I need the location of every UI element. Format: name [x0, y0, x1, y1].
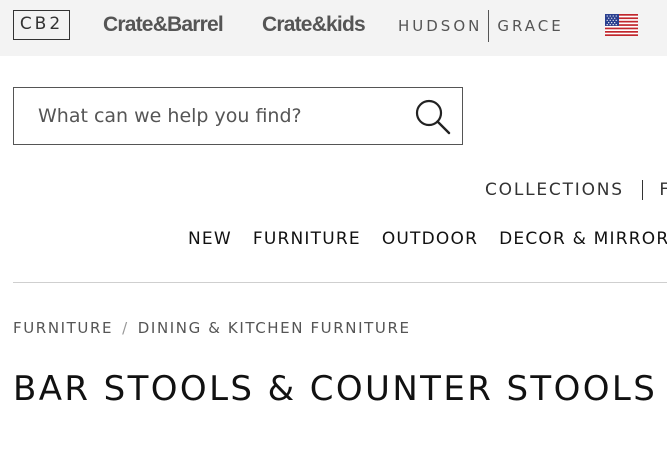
nav-divider-line	[13, 282, 667, 283]
breadcrumb-furniture[interactable]: FURNITURE	[13, 319, 113, 337]
search-input[interactable]	[14, 88, 404, 144]
brand-grace-text: GRACE	[497, 17, 564, 35]
nav-item-new[interactable]: NEW	[188, 229, 232, 249]
util-nav-divider	[641, 180, 644, 200]
search-icon[interactable]	[414, 98, 452, 136]
nav-item-outdoor[interactable]: OUTDOOR	[382, 229, 478, 249]
nav-item-decor-mirrors[interactable]: DECOR & MIRRORS	[499, 229, 667, 249]
util-nav-item-truncated[interactable]: F	[659, 180, 667, 200]
util-nav-collections[interactable]: COLLECTIONS	[485, 180, 624, 200]
breadcrumb: FURNITURE / DINING & KITCHEN FURNITURE	[13, 319, 411, 337]
brand-divider	[488, 10, 490, 42]
us-flag-icon[interactable]	[605, 14, 638, 36]
page-title: BAR STOOLS & COUNTER STOOLS	[13, 369, 658, 409]
search-box	[13, 87, 463, 145]
brand-link-hudson-grace[interactable]: HUDSON GRACE	[398, 10, 564, 42]
brand-link-crate-and-kids[interactable]: Crate&kids	[262, 13, 366, 37]
utility-nav: COLLECTIONS F	[485, 180, 667, 200]
main-nav: NEW FURNITURE OUTDOOR DECOR & MIRRORS	[188, 229, 667, 249]
brand-link-crate-and-barrel[interactable]: Crate&Barrel	[103, 13, 224, 37]
breadcrumb-separator: /	[122, 319, 129, 337]
brand-bar: CB2 Crate&Barrel Crate&kids HUDSON GRACE	[0, 0, 667, 56]
brand-hudson-text: HUDSON	[398, 17, 483, 35]
breadcrumb-dining-kitchen[interactable]: DINING & KITCHEN FURNITURE	[138, 319, 411, 337]
brand-link-cb2[interactable]: CB2	[13, 10, 70, 40]
nav-item-furniture[interactable]: FURNITURE	[253, 229, 361, 249]
